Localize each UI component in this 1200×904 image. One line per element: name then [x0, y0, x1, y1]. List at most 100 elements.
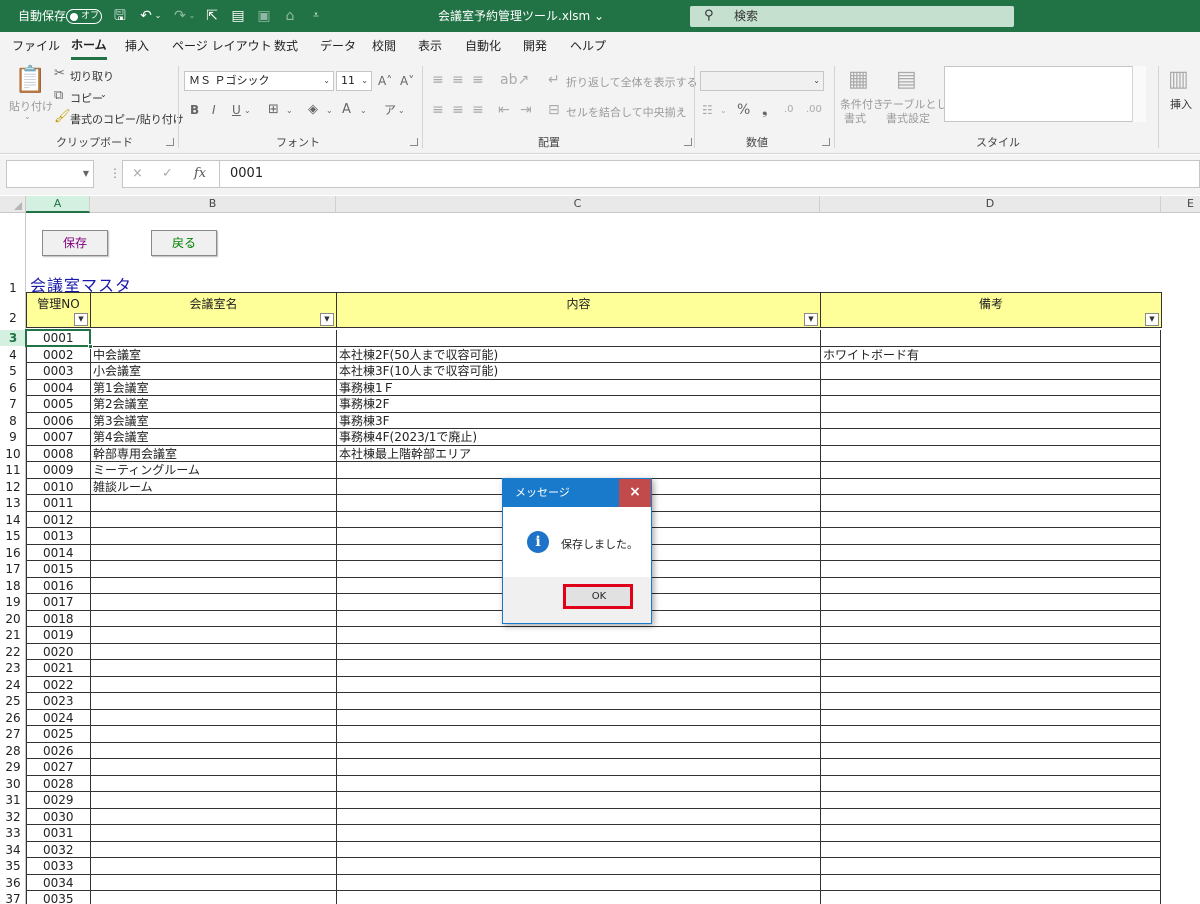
cell-room-name[interactable] [90, 561, 336, 578]
cell-room-name[interactable]: 幹部専用会議室 [90, 445, 336, 462]
border-dropdown-icon[interactable]: ⌄ [286, 103, 293, 119]
formula-input[interactable]: 0001 [220, 160, 1200, 188]
cell-id[interactable]: 0020 [26, 643, 90, 660]
cell-room-name[interactable] [90, 676, 336, 693]
styles-gallery-scrollbar[interactable] [1132, 66, 1146, 122]
cell-content[interactable]: 事務棟1Ｆ [336, 379, 820, 396]
cell-room-name[interactable] [90, 709, 336, 726]
format-as-table-icon[interactable]: ▤ [896, 68, 917, 92]
cell-id[interactable]: 0021 [26, 660, 90, 677]
cell-room-name[interactable] [90, 891, 336, 904]
column-header-a[interactable]: A [26, 196, 90, 213]
cell-notes[interactable] [820, 594, 1161, 611]
row-header[interactable]: 13 [0, 495, 26, 511]
cell-id[interactable]: 0032 [26, 841, 90, 858]
cell-id[interactable]: 0007 [26, 429, 90, 446]
decrease-decimal-icon[interactable]: .00 [806, 102, 822, 118]
cell-notes[interactable] [820, 627, 1161, 644]
copy-button[interactable]: コピー [70, 90, 103, 106]
cell-room-name[interactable] [90, 874, 336, 891]
cell-room-name[interactable]: 中会議室 [90, 346, 336, 363]
cell-room-name[interactable]: ミーティングルーム [90, 462, 336, 479]
cell-id[interactable]: 0002 [26, 346, 90, 363]
cell-content[interactable] [336, 627, 820, 644]
cell-content[interactable]: 事務棟3F [336, 412, 820, 429]
row-header[interactable]: 11 [0, 462, 26, 478]
copy-dropdown-icon[interactable]: ⌄ [100, 90, 107, 99]
paste-icon[interactable]: 📋 [14, 66, 46, 94]
cell-room-name[interactable] [90, 643, 336, 660]
cell-notes[interactable] [820, 462, 1161, 479]
tab-review[interactable]: 校閲 [372, 32, 396, 60]
cell-notes[interactable] [820, 808, 1161, 825]
cell-room-name[interactable] [90, 627, 336, 644]
font-launcher-icon[interactable] [410, 138, 418, 146]
row-header[interactable]: 3 [0, 330, 26, 346]
row-header[interactable]: 9 [0, 429, 26, 445]
align-top-icon[interactable]: ≡ [432, 72, 444, 88]
row-header[interactable]: 15 [0, 528, 26, 544]
cell-id[interactable]: 0003 [26, 363, 90, 380]
conditional-format-icon[interactable]: ▦ [848, 68, 869, 92]
cell-notes[interactable] [820, 676, 1161, 693]
column-header-c[interactable]: C [336, 196, 820, 213]
row-header[interactable]: 1 [0, 280, 26, 296]
row-header[interactable]: 33 [0, 825, 26, 841]
align-right-icon[interactable]: ≡ [472, 102, 484, 118]
underline-icon[interactable]: U [232, 102, 241, 118]
cell-notes[interactable] [820, 396, 1161, 413]
close-icon[interactable]: × [619, 479, 651, 507]
column-header-d[interactable]: D [820, 196, 1161, 213]
cell-room-name[interactable] [90, 825, 336, 842]
cell-content[interactable]: 事務棟2F [336, 396, 820, 413]
cell-id[interactable]: 0025 [26, 726, 90, 743]
insert-cells-icon[interactable]: ▥ [1168, 68, 1189, 92]
pointer-icon[interactable]: ⇱ [204, 8, 220, 24]
number-format-select[interactable]: ⌄ [700, 71, 824, 91]
cell-content[interactable]: 本社棟最上階幹部エリア [336, 445, 820, 462]
cell-notes[interactable] [820, 478, 1161, 495]
cell-content[interactable] [336, 742, 820, 759]
cell-id[interactable]: 0016 [26, 577, 90, 594]
cell-notes[interactable] [820, 412, 1161, 429]
cell-content[interactable] [336, 660, 820, 677]
filter-dropdown-icon[interactable]: ▼ [74, 313, 88, 326]
row-header[interactable]: 21 [0, 627, 26, 643]
cell-notes[interactable] [820, 610, 1161, 627]
align-middle-icon[interactable]: ≡ [452, 72, 464, 88]
cell-notes[interactable] [820, 709, 1161, 726]
cell-content[interactable] [336, 874, 820, 891]
formula-bar-grip-icon[interactable]: ⋮ [109, 166, 121, 180]
cell-room-name[interactable] [90, 610, 336, 627]
enter-icon[interactable]: ✓ [162, 160, 173, 188]
save-button[interactable]: 保存 [42, 230, 108, 256]
cell-id[interactable]: 0009 [26, 462, 90, 479]
back-button[interactable]: 戻る [151, 230, 217, 256]
cell-notes[interactable] [820, 858, 1161, 875]
cell-id[interactable]: 0017 [26, 594, 90, 611]
cell-room-name[interactable]: 小会議室 [90, 363, 336, 380]
row-header[interactable]: 6 [0, 380, 26, 396]
cell-room-name[interactable] [90, 544, 336, 561]
cell-id[interactable]: 0022 [26, 676, 90, 693]
font-name-select[interactable]: ＭＳ Ｐゴシック ⌄ [184, 71, 334, 91]
cell-content[interactable] [336, 643, 820, 660]
copy-icon[interactable]: ⧉ [54, 88, 63, 104]
save-icon[interactable]: 🖫 [112, 8, 128, 24]
decrease-indent-icon[interactable]: ⇤ [498, 102, 510, 118]
cell-notes[interactable] [820, 544, 1161, 561]
row-header[interactable]: 16 [0, 545, 26, 561]
filter-dropdown-icon[interactable]: ▼ [804, 313, 818, 326]
cell-room-name[interactable] [90, 495, 336, 512]
insert-function-icon[interactable]: fx [194, 160, 206, 188]
wrap-text-icon[interactable]: ↵ [548, 72, 560, 88]
cell-room-name[interactable] [90, 742, 336, 759]
cell-notes[interactable] [820, 330, 1161, 347]
row-header[interactable]: 37 [0, 891, 26, 904]
bold-icon[interactable]: B [190, 102, 199, 118]
row-header[interactable]: 34 [0, 842, 26, 858]
row-header[interactable]: 4 [0, 347, 26, 363]
cell-id[interactable]: 0010 [26, 478, 90, 495]
cell-content[interactable] [336, 709, 820, 726]
tab-developer[interactable]: 開発 [523, 32, 547, 60]
